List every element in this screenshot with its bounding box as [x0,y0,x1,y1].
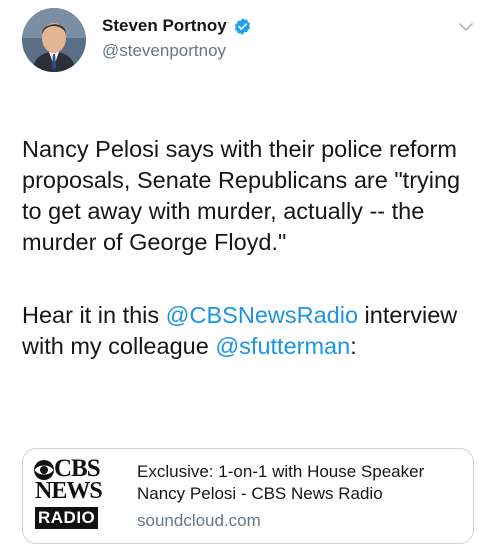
tweet-text-segment: : [350,333,357,359]
tweet-text-segment: Hear it in this [22,302,166,328]
tweet-text: Nancy Pelosi says with their police refo… [22,103,474,393]
mention-link-cbsnewsradio[interactable]: @CBSNewsRadio [166,302,358,328]
profile-photo [22,8,86,72]
link-preview-card[interactable]: CBS NEWS RADIO Exclusive: 1-on-1 with Ho… [22,448,474,544]
author-handle[interactable]: @stevenportnoy [102,41,226,61]
tweet-paragraph-1: Nancy Pelosi says with their police refo… [22,136,461,255]
author-display-name[interactable]: Steven Portnoy [102,16,227,36]
verified-badge-icon [233,17,252,36]
card-domain: soundcloud.com [137,511,261,530]
card-title[interactable]: Exclusive: 1-on-1 with House Speaker Nan… [137,461,467,505]
tweet-paragraph-2: Hear it in this @CBSNewsRadio interview … [22,300,474,362]
tweet: Steven Portnoy @stevenportnoy Nancy Pelo… [0,0,487,550]
author-name-row[interactable]: Steven Portnoy [102,16,252,36]
mention-link-sfutterman[interactable]: @sfutterman [215,333,350,359]
logo-text-radio: RADIO [35,507,99,529]
chevron-down-icon[interactable] [458,20,474,32]
avatar[interactable] [22,8,86,72]
logo-text-news: NEWS [35,478,103,504]
cbs-news-radio-logo: CBS NEWS RADIO [33,456,125,535]
